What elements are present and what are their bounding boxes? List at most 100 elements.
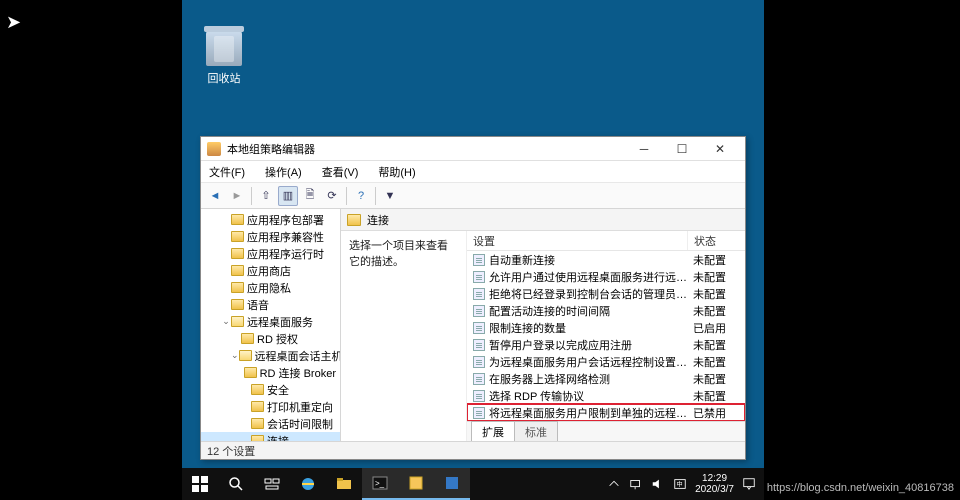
setting-state: 未配置 [687,269,745,285]
close-button[interactable]: ✕ [701,138,739,160]
task-view-icon[interactable] [254,468,290,500]
menu-action[interactable]: 操作(A) [261,162,306,182]
setting-state: 未配置 [687,354,745,370]
policy-icon [473,407,485,419]
tree-node[interactable]: 会话时间限制 [201,415,340,432]
setting-row[interactable]: 在服务器上选择网络检测 未配置 [467,370,745,387]
col-setting[interactable]: 设置 [467,231,687,250]
tree-node[interactable]: 应用商店 [201,262,340,279]
titlebar[interactable]: 本地组策略编辑器 ─ ☐ ✕ [201,137,745,161]
search-icon[interactable] [218,468,254,500]
back-button[interactable]: ◄ [205,186,225,206]
setting-row[interactable]: 配置活动连接的时间间隔未配置 [467,302,745,319]
column-headers[interactable]: 设置 状态 [467,231,745,251]
menu-file[interactable]: 文件(F) [205,162,249,182]
tree-node[interactable]: 应用隐私 [201,279,340,296]
description-text: 选择一个项目来查看它的描述。 [349,240,448,268]
policy-icon [473,305,485,317]
help-button[interactable]: ? [351,186,371,206]
tree-node[interactable]: 应用程序包部署 [201,211,340,228]
setting-label: 在服务器上选择网络检测 [489,371,610,387]
export-list-button[interactable]: 🗎 [300,186,320,206]
tree-node[interactable]: 应用程序运行时 [201,245,340,262]
settings-rows[interactable]: 自动重新连接未配置允许用户通过使用远程桌面服务进行远程连接未配置拒绝将已经登录到… [467,251,745,421]
setting-row[interactable]: 为远程桌面服务用户会话远程控制设置规则未配置 [467,353,745,370]
system-tray[interactable]: 中 12:29 2020/3/7 [607,473,764,496]
setting-row[interactable]: 将远程桌面服务用户限制到单独的远程桌面服务会话已禁用 [467,404,745,421]
show-hide-tree-button[interactable]: ▥ [278,186,298,206]
right-body: 选择一个项目来查看它的描述。 设置 状态 自动重新连接未配置允许用户通过使用远程… [341,231,745,441]
taskbar-ie[interactable] [290,468,326,500]
setting-state: 未配置 [687,252,745,268]
svg-text:>_: >_ [375,479,385,488]
folder-icon [231,214,244,225]
tree-node[interactable]: 语音 [201,296,340,313]
taskbar[interactable]: >_ 中 12:29 2020/3/7 [182,468,764,500]
tree-label: 会话时间限制 [267,416,333,432]
setting-row[interactable]: 允许用户通过使用远程桌面服务进行远程连接未配置 [467,268,745,285]
tree-node[interactable]: RD 连接 Broker [201,364,340,381]
setting-row[interactable]: 拒绝将已经登录到控制台会话的管理员注销未配置 [467,285,745,302]
tree-label: 远程桌面服务 [247,314,313,330]
start-button[interactable] [182,468,218,500]
clock[interactable]: 12:29 2020/3/7 [695,473,734,496]
tray-network-icon[interactable] [629,477,643,491]
menu-view[interactable]: 查看(V) [318,162,363,182]
tree-label: 远程桌面会话主机 [255,348,341,364]
recycle-bin-icon [206,30,242,66]
tree-label: 连接 [267,433,289,442]
folder-icon [241,333,254,344]
tree-node[interactable]: 应用程序兼容性 [201,228,340,245]
up-button[interactable]: ⇧ [256,186,276,206]
setting-row[interactable]: 自动重新连接未配置 [467,251,745,268]
folder-icon [231,299,244,310]
tray-ime-icon[interactable]: 中 [673,477,687,491]
tab-extended[interactable]: 扩展 [471,421,515,441]
folder-icon [231,265,244,276]
tree-label: 安全 [267,382,289,398]
tree-node[interactable]: ⌄ 远程桌面会话主机 [201,347,340,364]
setting-row[interactable]: 暂停用户登录以完成应用注册未配置 [467,336,745,353]
setting-label: 限制连接的数量 [489,320,566,336]
folder-icon [251,418,264,429]
taskbar-cmd[interactable]: >_ [362,468,398,500]
setting-row[interactable]: 限制连接的数量已启用 [467,319,745,336]
tree-node[interactable]: 连接 [201,432,340,441]
setting-state: 未配置 [687,371,745,387]
right-pane: 连接 选择一个项目来查看它的描述。 设置 状态 自动重新连接未配置允许用户通过使… [341,209,745,441]
description-panel: 选择一个项目来查看它的描述。 [341,231,467,441]
policy-icon [473,373,485,385]
right-header: 连接 [341,209,745,231]
setting-state: 未配置 [687,303,745,319]
tree-label: 应用商店 [247,263,291,279]
toolbar-separator [251,187,252,205]
minimize-button[interactable]: ─ [625,138,663,160]
recycle-bin[interactable]: 回收站 [195,30,253,86]
policy-icon [473,390,485,402]
tree-label: 打印机重定向 [267,399,333,415]
tree-twisty-icon[interactable]: ⌄ [231,350,239,361]
tab-standard[interactable]: 标准 [514,421,558,441]
tray-volume-icon[interactable] [651,477,665,491]
tree-node[interactable]: RD 授权 [201,330,340,347]
taskbar-app[interactable] [434,468,470,500]
tree-node[interactable]: 安全 [201,381,340,398]
tree-node[interactable]: 打印机重定向 [201,398,340,415]
setting-row[interactable]: 选择 RDP 传输协议未配置 [467,387,745,404]
tray-chevron-up-icon[interactable] [607,477,621,491]
col-state[interactable]: 状态 [687,231,745,250]
nav-tree[interactable]: 应用程序包部署应用程序兼容性应用程序运行时应用商店应用隐私语音⌄远程桌面服务RD… [201,209,341,441]
refresh-button[interactable]: ⟳ [322,186,342,206]
time-text: 12:29 [695,473,734,485]
forward-button[interactable]: ► [227,186,247,206]
filter-button[interactable]: ▼ [380,186,400,206]
tree-twisty-icon[interactable]: ⌄ [221,316,231,327]
tree-node[interactable]: ⌄ 远程桌面服务 [201,313,340,330]
taskbar-explorer[interactable] [326,468,362,500]
folder-icon [231,282,244,293]
taskbar-gpedit[interactable] [398,468,434,500]
maximize-button[interactable]: ☐ [663,138,701,160]
menu-help[interactable]: 帮助(H) [374,162,419,182]
action-center-icon[interactable] [742,477,756,491]
tree-label: 应用隐私 [247,280,291,296]
